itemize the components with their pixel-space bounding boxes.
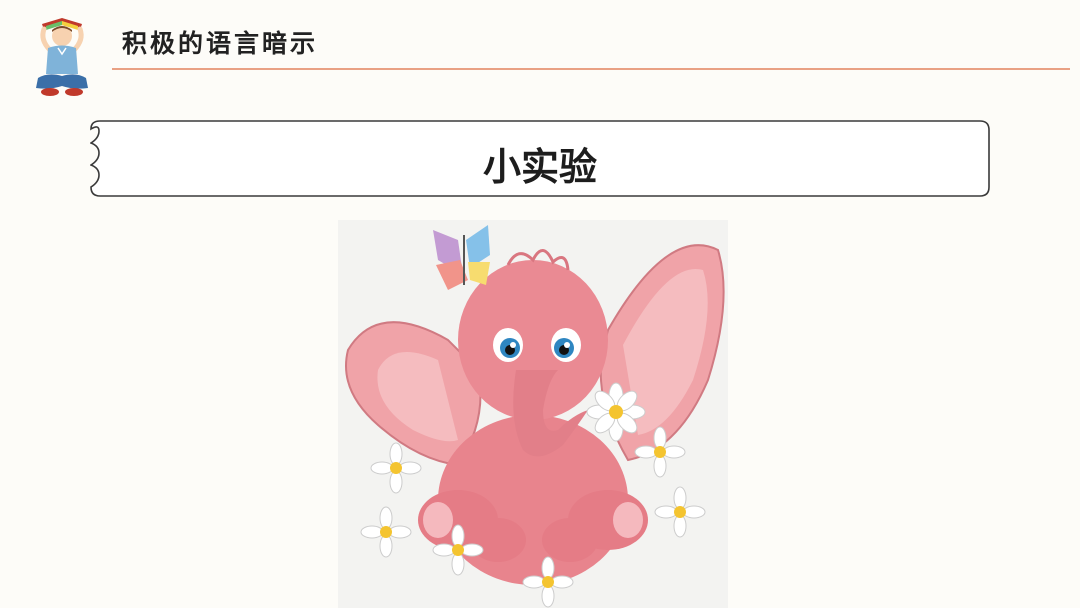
pink-elephant-illustration (338, 220, 728, 608)
page-header-title: 积极的语言暗示 (122, 29, 319, 58)
slide: 积极的语言暗示 小实验 (0, 0, 1080, 608)
banner-title: 小实验 (482, 144, 597, 189)
boy-reading-book-icon (36, 18, 88, 96)
banner-title-wrap: 小实验 (0, 146, 1080, 190)
header-divider (112, 68, 1070, 70)
